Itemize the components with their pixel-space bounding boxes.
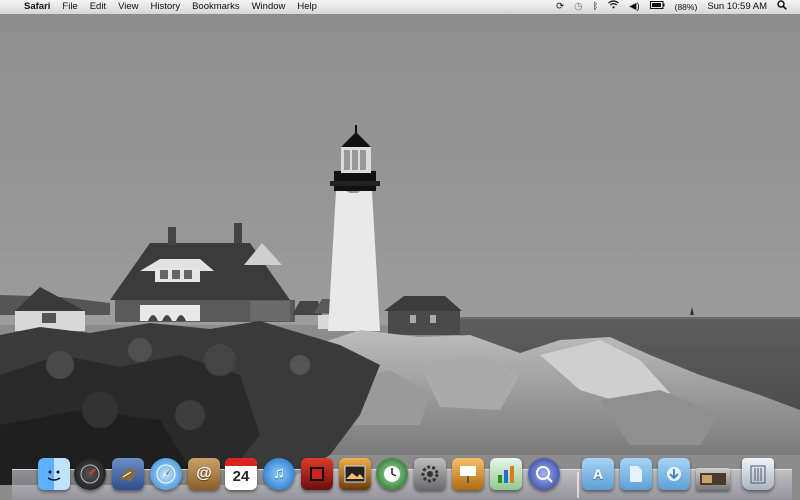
spotlight-search-icon[interactable] bbox=[772, 0, 792, 15]
time-machine-dock-icon[interactable] bbox=[376, 458, 408, 490]
dock: @ 24 ♫ A bbox=[12, 458, 792, 500]
menu-view[interactable]: View bbox=[112, 0, 144, 14]
preview-icon[interactable] bbox=[528, 458, 560, 490]
menu-help[interactable]: Help bbox=[291, 0, 323, 14]
menu-edit[interactable]: Edit bbox=[84, 0, 112, 14]
lighthouse-wallpaper-image bbox=[0, 15, 800, 485]
iphoto-icon[interactable] bbox=[339, 458, 371, 490]
minimized-window-thumbnail[interactable] bbox=[696, 468, 730, 490]
dock-separator bbox=[577, 472, 579, 498]
ical-icon[interactable]: 24 bbox=[225, 458, 257, 490]
menu-history[interactable]: History bbox=[145, 0, 187, 14]
documents-folder-icon[interactable] bbox=[620, 458, 652, 490]
dashboard-icon[interactable] bbox=[74, 458, 106, 490]
downloads-folder-icon[interactable] bbox=[658, 458, 690, 490]
time-machine-icon[interactable]: ◷ bbox=[569, 0, 587, 14]
battery-icon[interactable] bbox=[645, 0, 670, 14]
front-row-icon[interactable] bbox=[301, 458, 333, 490]
applications-folder-icon[interactable]: A bbox=[582, 458, 614, 490]
ical-header bbox=[225, 458, 257, 466]
keynote-icon[interactable] bbox=[452, 458, 484, 490]
volume-icon[interactable]: ◀︎) bbox=[624, 0, 644, 14]
menu-window[interactable]: Window bbox=[246, 0, 292, 14]
bluetooth-icon[interactable]: ᛒ bbox=[587, 0, 603, 14]
sync-icon[interactable]: ⟳ bbox=[551, 0, 569, 14]
app-menu-safari[interactable]: Safari bbox=[18, 0, 56, 14]
trash-icon[interactable] bbox=[742, 458, 774, 490]
safari-icon[interactable] bbox=[150, 458, 182, 490]
desktop-wallpaper bbox=[0, 15, 800, 500]
mail-icon[interactable] bbox=[112, 458, 144, 490]
itunes-icon[interactable]: ♫ bbox=[263, 458, 295, 490]
system-preferences-icon[interactable] bbox=[414, 458, 446, 490]
numbers-icon[interactable] bbox=[490, 458, 522, 490]
calendar-day: 24 bbox=[232, 468, 250, 485]
address-book-icon[interactable]: @ bbox=[188, 458, 220, 490]
clock[interactable]: Sun 10:59 AM bbox=[702, 0, 772, 14]
status-menus: ⟳ ◷ ᛒ ◀︎) (88%) Sun 10:59 AM bbox=[551, 0, 800, 15]
menu-file[interactable]: File bbox=[56, 0, 83, 14]
menu-bookmarks[interactable]: Bookmarks bbox=[186, 0, 246, 14]
battery-percent: (88%) bbox=[674, 2, 698, 12]
wifi-icon[interactable] bbox=[603, 0, 624, 14]
menu-bar: Safari File Edit View History Bookmarks … bbox=[0, 0, 800, 15]
finder-icon[interactable] bbox=[38, 458, 70, 490]
